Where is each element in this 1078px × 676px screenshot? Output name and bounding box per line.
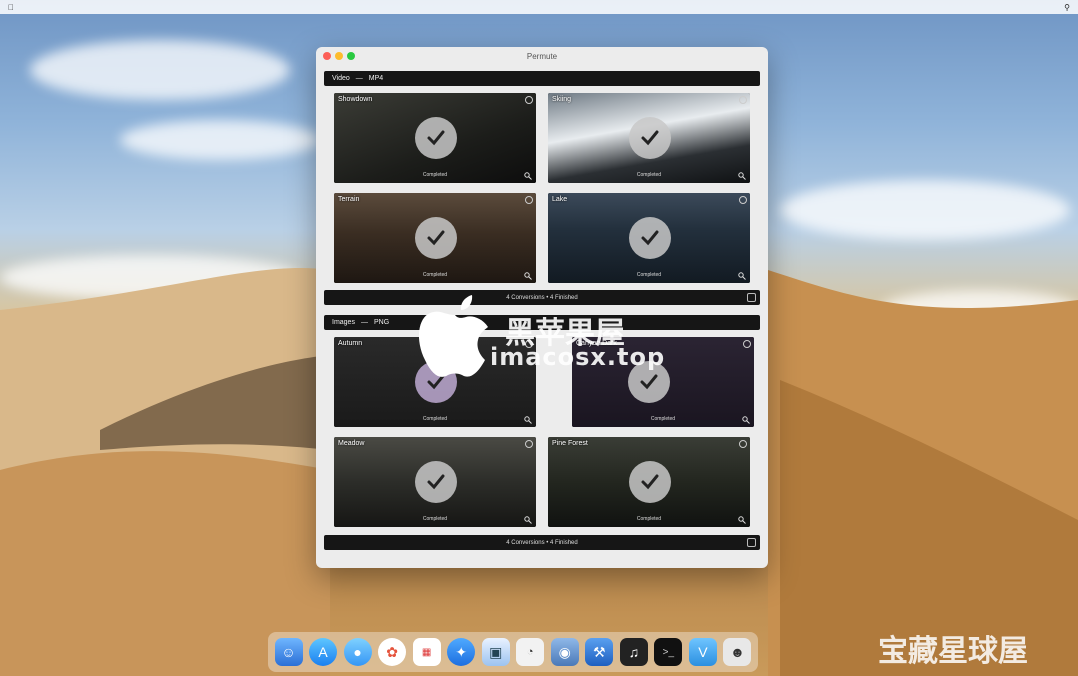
open-folder-icon[interactable]: [747, 538, 756, 547]
activity-monitor-icon[interactable]: ◔: [516, 638, 545, 666]
finder-icon[interactable]: ☺: [274, 638, 303, 666]
checkmark-icon: [415, 461, 457, 503]
remove-icon[interactable]: [739, 440, 747, 448]
magnifier-icon[interactable]: [524, 516, 532, 524]
checkmark-icon: [415, 117, 457, 159]
app-store-icon[interactable]: A: [309, 638, 338, 666]
apple-logo-watermark: [418, 295, 488, 377]
safari-icon[interactable]: ✦: [447, 638, 476, 666]
section-label: Video: [332, 75, 350, 82]
section-separator: —: [355, 75, 363, 82]
audio-icon[interactable]: ♫: [619, 638, 648, 666]
conversion-tile[interactable]: Skiing Completed: [548, 93, 750, 183]
magnifier-icon[interactable]: [524, 172, 532, 180]
checkmark-icon: [629, 117, 671, 159]
magnifier-icon[interactable]: [742, 416, 750, 424]
section-label: Images: [332, 319, 355, 326]
tile-status: Completed: [636, 172, 662, 178]
video-section-footer: 4 Conversions • 4 Finished: [324, 290, 760, 305]
conversion-tile[interactable]: Lake Completed: [548, 193, 750, 283]
tile-name: Pine Forest: [552, 440, 588, 447]
tile-status: Completed: [636, 272, 662, 278]
tile-name: Autumn: [338, 340, 363, 347]
format-selector[interactable]: MP4: [369, 75, 383, 82]
tile-status: Completed: [650, 416, 676, 422]
tile-name: Skiing: [552, 96, 572, 103]
section-separator: —: [360, 319, 368, 326]
tile-status: Completed: [422, 516, 448, 522]
conversion-tile[interactable]: Meadow Completed: [334, 437, 536, 527]
menu-bar:  ⚲: [0, 0, 1078, 14]
calendar-icon[interactable]: ▦: [412, 638, 441, 666]
tile-name: Lake: [552, 196, 568, 203]
open-folder-icon[interactable]: [747, 293, 756, 302]
checkmark-icon: [629, 217, 671, 259]
magnifier-icon[interactable]: [738, 172, 746, 180]
conversion-tile[interactable]: Showdown Completed: [334, 93, 536, 183]
watermark-url: imacosx.top: [490, 343, 666, 371]
robot-icon[interactable]: ☻: [723, 638, 752, 666]
xcode-icon[interactable]: ⚒: [585, 638, 614, 666]
photos-icon[interactable]: ✿: [378, 638, 407, 666]
tile-status: Completed: [422, 272, 448, 278]
dock: ☺ A ● ✿ ▦ ✦ ▣ ◔ ◉ ⚒ ♫ >_ V ☻: [268, 632, 758, 672]
conversion-summary: 4 Conversions • 4 Finished: [506, 539, 578, 546]
remove-icon[interactable]: [525, 440, 533, 448]
tile-name: Terrain: [338, 196, 360, 203]
preview-icon[interactable]: ▣: [481, 638, 510, 666]
conversion-tile[interactable]: Terrain Completed: [334, 193, 536, 283]
title-bar: Permute: [316, 47, 768, 65]
remove-icon[interactable]: [743, 340, 751, 348]
checkmark-icon: [415, 217, 457, 259]
format-selector[interactable]: PNG: [374, 319, 389, 326]
checkmark-icon: [629, 461, 671, 503]
remove-icon[interactable]: [739, 196, 747, 204]
images-section-footer: 4 Conversions • 4 Finished: [324, 535, 760, 550]
magnifier-icon[interactable]: [738, 516, 746, 524]
conversion-tile[interactable]: Pine Forest Completed: [548, 437, 750, 527]
corner-watermark: 宝藏星球屋: [878, 634, 1028, 669]
apple-menu-icon[interactable]: : [8, 3, 14, 12]
tile-status: Completed: [422, 416, 448, 422]
remove-icon[interactable]: [739, 96, 747, 104]
magnifier-icon[interactable]: [524, 416, 532, 424]
conversion-summary: 4 Conversions • 4 Finished: [506, 294, 578, 301]
messages-icon[interactable]: ●: [343, 638, 372, 666]
disk-utility-icon[interactable]: ◉: [550, 638, 579, 666]
tile-status: Completed: [422, 172, 448, 178]
tile-status: Completed: [636, 516, 662, 522]
magnifier-icon[interactable]: [738, 272, 746, 280]
tile-name: Showdown: [338, 96, 373, 103]
magnifier-icon[interactable]: [524, 272, 532, 280]
terminal-icon[interactable]: >_: [654, 638, 683, 666]
spotlight-icon[interactable]: ⚲: [1064, 3, 1070, 12]
video-section-header[interactable]: Video — MP4: [324, 71, 760, 86]
vectorize-icon[interactable]: V: [688, 638, 717, 666]
remove-icon[interactable]: [525, 196, 533, 204]
remove-icon[interactable]: [525, 96, 533, 104]
tile-name: Meadow: [338, 440, 365, 447]
window-title: Permute: [526, 51, 558, 61]
